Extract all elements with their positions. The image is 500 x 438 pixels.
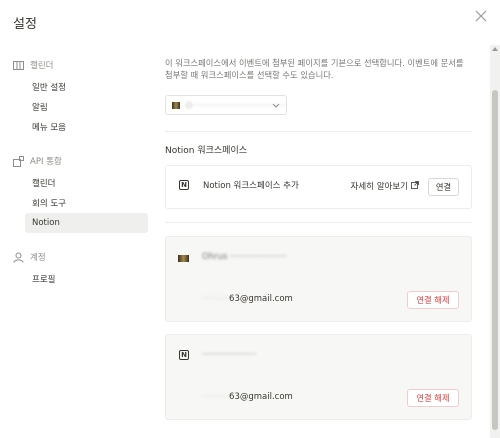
notion-logo-icon: N [179,180,189,190]
learn-more-link[interactable]: 자세히 알아보기 [351,180,419,192]
notion-logo-icon: N [179,350,189,360]
person-icon [13,252,24,263]
api-integration-icon [13,155,24,167]
divider [165,222,472,223]
description-text: 이 워크스페이스에서 이벤트에 첨부된 페이지를 기본으로 선택합니다. 이벤트… [165,58,464,80]
sidebar-item-menu-bar[interactable]: 메뉴 모음 [25,117,148,137]
close-icon[interactable] [474,9,488,23]
workspace-thumbnail [178,255,189,262]
connect-button[interactable]: 연결 [428,178,459,196]
account-email: ··········63@gmail.com [202,392,293,402]
settings-sidebar: 캘린더 일반 설정 알림 메뉴 모음 API 통합 캘린더 회의 도구 Noti… [0,55,155,289]
sidebar-group-account: 계정 프로필 [0,247,155,289]
add-workspace-label: Notion 워크스페이스 추가 [203,181,299,191]
sidebar-group-label: API 통합 [30,157,62,167]
sidebar-item-meeting-tools[interactable]: 회의 도구 [25,193,148,213]
sidebar-item-notifications[interactable]: 알림 [25,97,148,117]
account-email: ··········63@gmail.com [202,294,293,304]
connected-account-card: N ···················· ··········63@gmai… [165,334,472,420]
calendar-icon [13,60,24,71]
notion-settings-content: 이 워크스페이스에서 이벤트에 첨부된 페이지를 기본으로 선택합니다. 이벤트… [165,45,473,438]
default-workspace-select[interactable]: O····································· [165,95,287,115]
external-link-icon [408,180,419,192]
disconnect-button[interactable]: 연결 해제 [407,389,459,407]
sidebar-group-calendar: 캘린더 일반 설정 알림 메뉴 모음 [0,55,155,137]
sidebar-item-notion[interactable]: Notion [25,213,148,233]
divider [165,131,472,132]
dialog-title: 설정 [13,17,37,32]
connected-account-card: Ohrus ····················· ··········63… [165,236,472,322]
sidebar-item-general[interactable]: 일반 설정 [25,77,148,97]
sidebar-group-label: 계정 [30,253,46,263]
chevron-down-icon [272,101,280,111]
sidebar-group-api: API 통합 캘린더 회의 도구 Notion [0,151,155,233]
add-workspace-card: N Notion 워크스페이스 추가 자세히 알아보기 연결 [165,165,472,209]
account-workspace-name: Ohrus ····················· [202,252,287,262]
notion-workspace-section-title: Notion 워크스페이스 [165,146,248,156]
scrollbar[interactable] [490,45,500,438]
account-workspace-name: ···················· [202,350,257,360]
settings-dialog: 설정 캘린더 일반 설정 알림 메뉴 모음 API 통합 캘린더 회의 도구 N… [0,0,500,438]
workspace-thumbnail [172,101,180,109]
scroll-up-arrow-icon[interactable] [492,47,498,51]
disconnect-button[interactable]: 연결 해제 [407,291,459,309]
sidebar-group-label: 캘린더 [30,61,54,71]
sidebar-item-profile[interactable]: 프로필 [25,269,148,289]
scrollbar-thumb[interactable] [492,90,498,430]
sidebar-item-calendar-api[interactable]: 캘린더 [25,173,148,193]
workspace-select-value: O····································· [185,100,286,110]
